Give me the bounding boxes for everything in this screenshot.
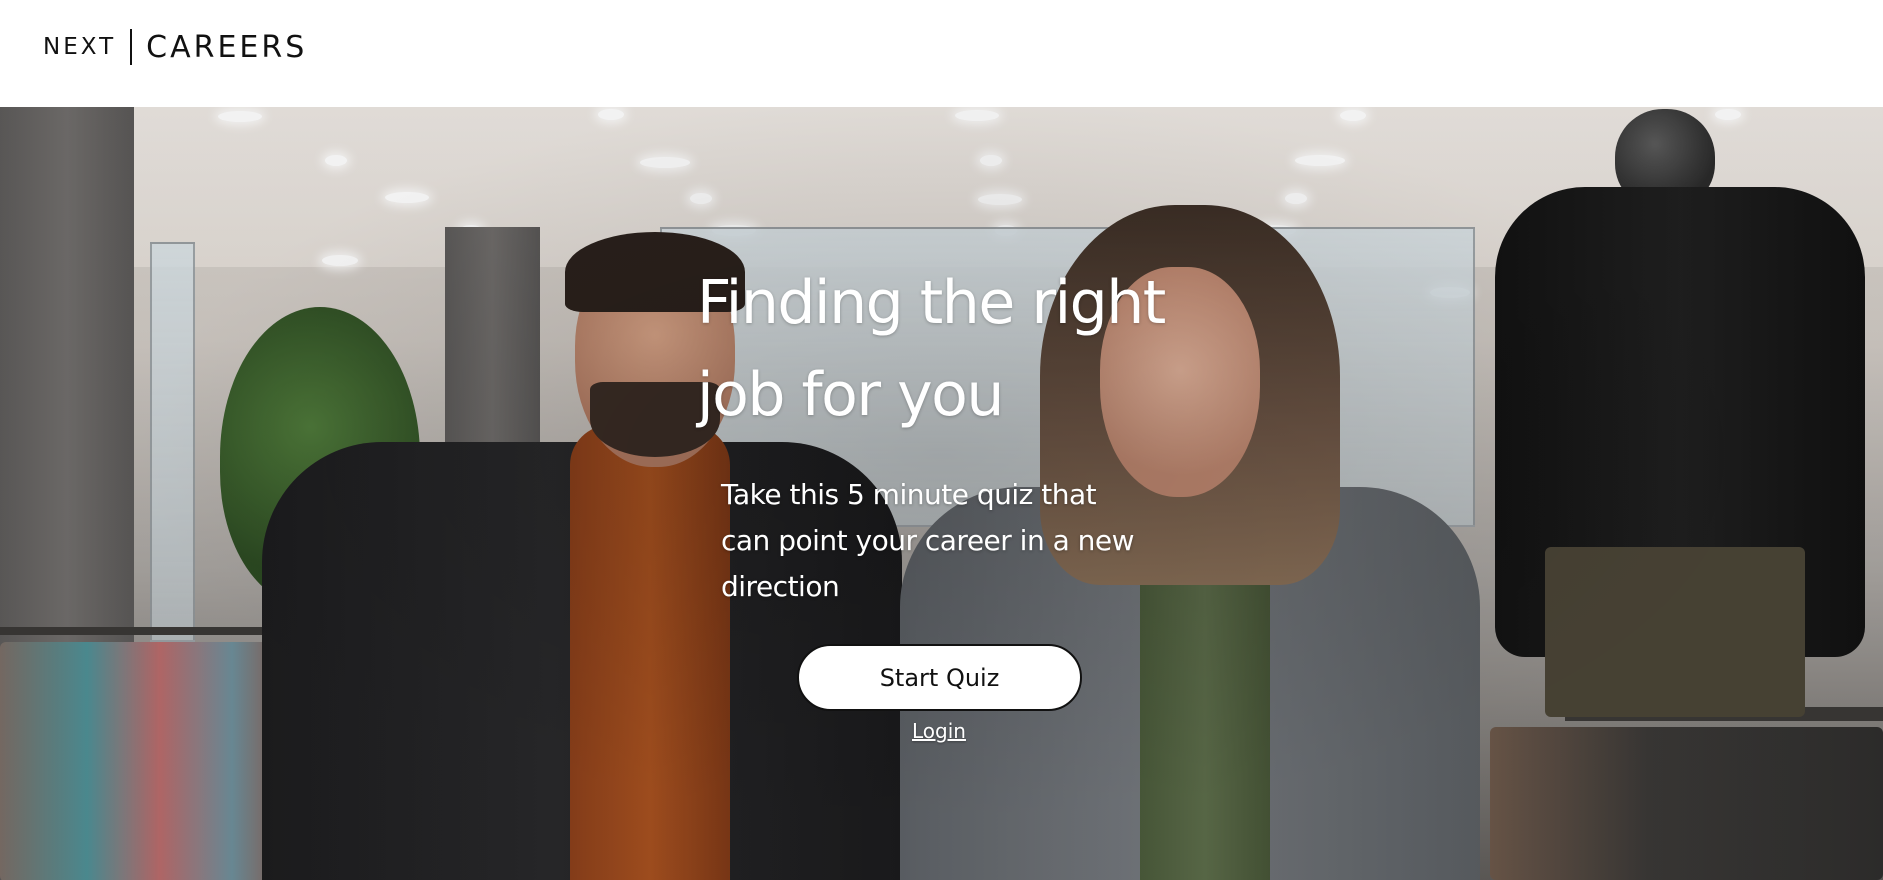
hero-title: Finding the right job for you bbox=[697, 257, 1257, 441]
hero-subtitle: Take this 5 minute quiz that can point y… bbox=[721, 472, 1191, 610]
hero-title-line-2: job for you bbox=[697, 360, 1004, 430]
logo-careers-text: CAREERS bbox=[146, 29, 308, 65]
site-header: NEXT CAREERS bbox=[0, 0, 1883, 107]
start-quiz-button[interactable]: Start Quiz bbox=[797, 644, 1082, 711]
hero-subtitle-line-1: Take this 5 minute quiz that bbox=[721, 478, 1097, 511]
hero-title-line-1: Finding the right bbox=[697, 268, 1166, 338]
login-link[interactable]: Login bbox=[880, 719, 998, 743]
hero-subtitle-line-3: direction bbox=[721, 570, 840, 603]
next-careers-logo[interactable]: NEXT CAREERS bbox=[43, 29, 307, 65]
logo-divider bbox=[130, 29, 133, 65]
hero-section: Finding the right job for you Take this … bbox=[0, 107, 1883, 880]
logo-next-text: NEXT bbox=[43, 34, 117, 60]
hero-subtitle-line-2: can point your career in a new bbox=[721, 524, 1135, 557]
